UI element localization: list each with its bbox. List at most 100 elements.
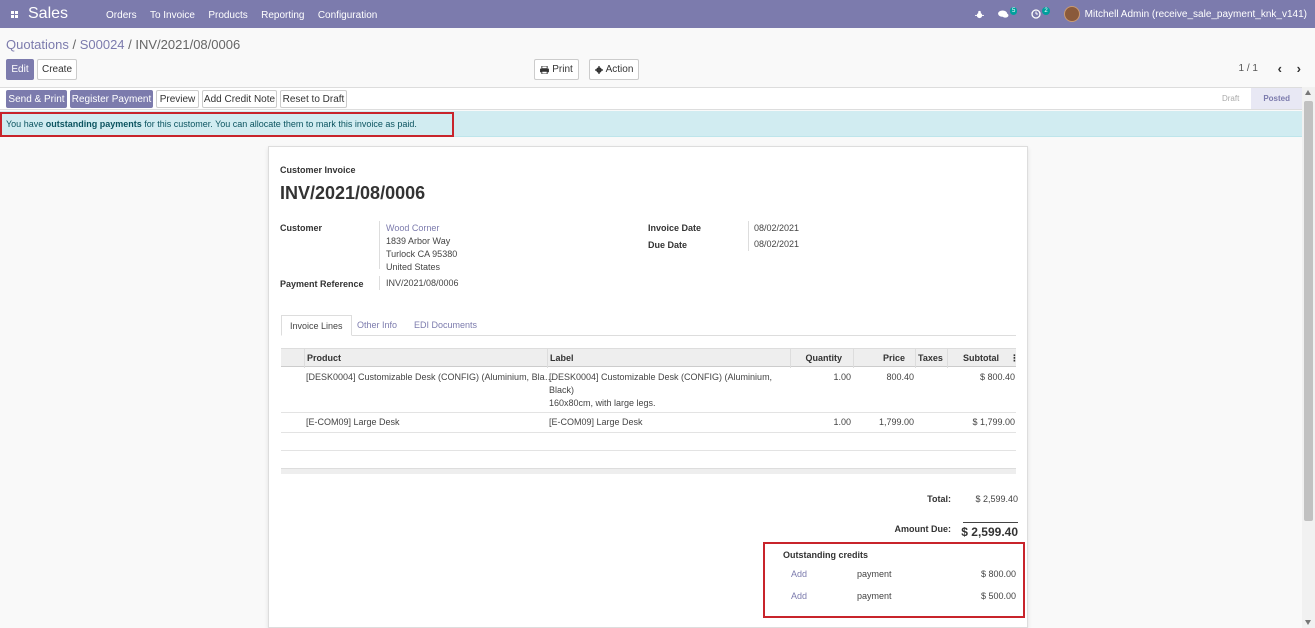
notebook-tabs: Invoice Lines Other Info EDI Documents [281, 315, 1016, 336]
row-divider [281, 450, 1016, 451]
column-separator [547, 349, 548, 368]
user-menu[interactable]: Mitchell Admin (receive_sale_payment_knk… [1063, 6, 1307, 22]
field-separator [379, 276, 380, 290]
column-options-icon[interactable]: ⋮ [1010, 349, 1019, 368]
total-value: $ 2,599.40 [975, 494, 1018, 504]
breadcrumb-sale-order[interactable]: S00024 [80, 37, 125, 52]
breadcrumb-separator: / [68, 37, 80, 52]
register-payment-button[interactable]: Register Payment [70, 90, 153, 108]
column-taxes[interactable]: Taxes [918, 349, 943, 368]
stage-draft[interactable]: Draft [1210, 88, 1251, 109]
invoice-number: INV/2021/08/0006 [280, 183, 426, 203]
row-label-line3: 160x80cm, with large legs. [549, 398, 656, 408]
due-date-value: 08/02/2021 [754, 239, 800, 249]
activities-clock-icon[interactable]: 2 [1031, 7, 1050, 19]
column-quantity[interactable]: Quantity [794, 349, 842, 368]
row-label-line1: [E-COM09] Large Desk [549, 417, 643, 427]
amount-due-divider [963, 522, 1018, 523]
create-button[interactable]: Create [37, 59, 77, 80]
row-divider [281, 432, 1016, 433]
column-price[interactable]: Price [857, 349, 905, 368]
debug-bug-icon[interactable] [974, 10, 984, 19]
scrollbar-thumb[interactable] [1304, 101, 1313, 521]
column-subtotal[interactable]: Subtotal [951, 349, 999, 368]
column-label[interactable]: Label [550, 349, 574, 368]
row-price: 1,799.00 [878, 417, 914, 427]
due-date-label: Due Date [648, 240, 688, 250]
menu-orders[interactable]: Orders [106, 10, 137, 21]
print-icon [540, 65, 550, 74]
apps-menu-icon[interactable] [0, 0, 28, 28]
pager-next-icon[interactable]: › [1297, 61, 1301, 76]
field-separator [379, 221, 380, 269]
action-label: Action [605, 64, 634, 75]
customer-address-line3: United States [386, 262, 441, 272]
print-label: Print [552, 64, 573, 75]
print-button[interactable]: Print [534, 59, 579, 80]
breadcrumb: Quotations / S00024 / INV/2021/08/0006 [6, 37, 240, 52]
menu-to-invoice[interactable]: To Invoice [150, 10, 195, 21]
row-label-line1: [DESK0004] Customizable Desk (CONFIG) (A… [549, 372, 773, 382]
customer-name[interactable]: Wood Corner [386, 223, 439, 233]
breadcrumb-current: INV/2021/08/0006 [135, 37, 241, 52]
row-price: 800.40 [886, 372, 914, 382]
table-header: Product Label Quantity Price Taxes Subto… [281, 348, 1019, 368]
gear-icon [594, 65, 603, 74]
amount-due-label: Amount Due: [894, 524, 952, 534]
row-divider [281, 412, 1016, 413]
row-subtotal: $ 1,799.00 [972, 417, 1015, 427]
highlight-box-credits [763, 542, 1025, 618]
statusbar: Send & Print Register Payment Preview Ad… [0, 87, 1302, 110]
pager-value[interactable]: 1 / 1 [1239, 63, 1258, 74]
reset-to-draft-button[interactable]: Reset to Draft [280, 90, 347, 108]
main-menu: Orders To Invoice Products Reporting Con… [106, 7, 387, 21]
breadcrumb-separator: / [124, 37, 136, 52]
column-product[interactable]: Product [307, 349, 341, 368]
column-separator [790, 349, 791, 368]
send-print-button[interactable]: Send & Print [6, 90, 67, 108]
scroll-down-icon[interactable] [1305, 620, 1311, 625]
add-credit-note-button[interactable]: Add Credit Note [202, 90, 277, 108]
menu-reporting[interactable]: Reporting [261, 10, 304, 21]
edit-button[interactable]: Edit [6, 59, 34, 80]
column-separator [304, 349, 305, 368]
messages-icon[interactable]: 5 [998, 7, 1018, 19]
activities-count-badge: 2 [1042, 7, 1050, 15]
avatar [1063, 6, 1080, 22]
tab-other-info[interactable]: Other Info [349, 315, 405, 336]
tab-edi-documents[interactable]: EDI Documents [406, 315, 485, 336]
user-name: Mitchell Admin (receive_sale_payment_knk… [1084, 8, 1307, 20]
menu-products[interactable]: Products [208, 10, 247, 21]
page-scrollbar[interactable] [1302, 87, 1315, 628]
row-quantity: 1.00 [833, 372, 851, 382]
scroll-up-icon[interactable] [1305, 90, 1311, 95]
highlight-box-alert [0, 112, 454, 137]
field-separator [748, 221, 749, 251]
navbar-systray: 5 2 Mitchell Admin (receive_sale_payment… [974, 0, 1315, 28]
breadcrumb-quotations[interactable]: Quotations [6, 37, 69, 52]
row-subtotal: $ 800.40 [979, 372, 1015, 382]
tab-invoice-lines[interactable]: Invoice Lines [281, 315, 352, 336]
app-name[interactable]: Sales [28, 5, 68, 23]
invoice-date-value: 08/02/2021 [754, 223, 800, 233]
stage-posted[interactable]: Posted [1251, 88, 1302, 109]
action-button[interactable]: Action [589, 59, 639, 80]
payment-reference-value: INV/2021/08/0006 [386, 278, 459, 288]
column-separator [947, 349, 948, 368]
top-navbar: Sales Orders To Invoice Products Reporti… [0, 0, 1315, 28]
customer-address-line1: 1839 Arbor Way [386, 236, 451, 246]
customer-label: Customer [280, 223, 323, 233]
customer-address-line2: Turlock CA 95380 [386, 249, 458, 259]
messages-count-badge: 5 [1009, 7, 1018, 15]
row-label-line2: Black) [549, 385, 575, 395]
row-product: [E-COM09] Large Desk [306, 417, 400, 427]
invoice-date-label: Invoice Date [648, 223, 702, 233]
preview-button[interactable]: Preview [156, 90, 199, 108]
pager-previous-icon[interactable]: ‹ [1278, 61, 1282, 76]
column-separator [915, 349, 916, 368]
row-product: [DESK0004] Customizable Desk (CONFIG) (A… [306, 372, 554, 382]
menu-configuration[interactable]: Configuration [318, 10, 377, 21]
payment-reference-label: Payment Reference [280, 279, 364, 289]
invoice-type-label: Customer Invoice [280, 165, 356, 175]
column-separator [853, 349, 854, 368]
